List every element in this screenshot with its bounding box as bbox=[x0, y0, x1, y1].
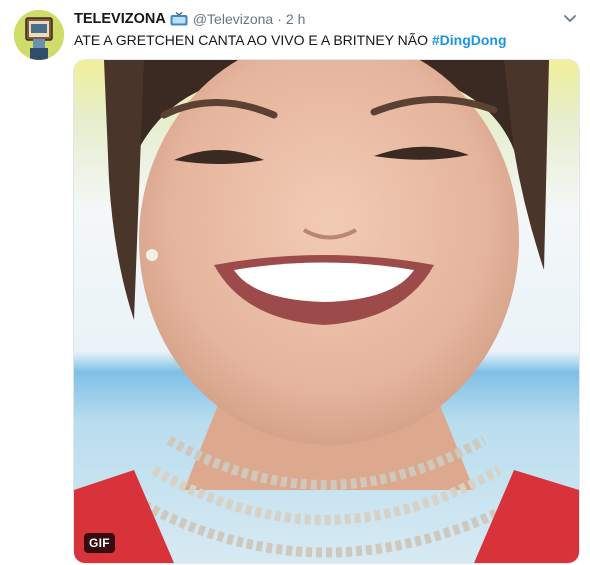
tweet[interactable]: TELEVIZONA @Televizona · 2 h ATE A GRETC… bbox=[0, 0, 590, 565]
avatar-image bbox=[14, 10, 64, 60]
chevron-down-icon[interactable] bbox=[562, 12, 578, 26]
avatar[interactable] bbox=[14, 10, 64, 60]
separator-dot: · bbox=[277, 11, 282, 27]
gif-badge: GIF bbox=[84, 533, 115, 553]
hashtag-link[interactable]: #DingDong bbox=[432, 32, 507, 48]
gif-media[interactable]: GIF bbox=[73, 59, 580, 564]
display-name[interactable]: TELEVIZONA bbox=[74, 11, 166, 27]
tweet-text-body: ATE A GRETCHEN CANTA AO VIVO E A BRITNEY… bbox=[74, 32, 432, 48]
tv-emoji-icon bbox=[170, 12, 188, 26]
gif-frame-image bbox=[74, 60, 579, 563]
tweet-header: TELEVIZONA @Televizona · 2 h bbox=[74, 9, 305, 29]
tweet-text: ATE A GRETCHEN CANTA AO VIVO E A BRITNEY… bbox=[74, 31, 574, 49]
user-handle[interactable]: @Televizona bbox=[193, 11, 273, 27]
timestamp[interactable]: 2 h bbox=[286, 11, 305, 27]
